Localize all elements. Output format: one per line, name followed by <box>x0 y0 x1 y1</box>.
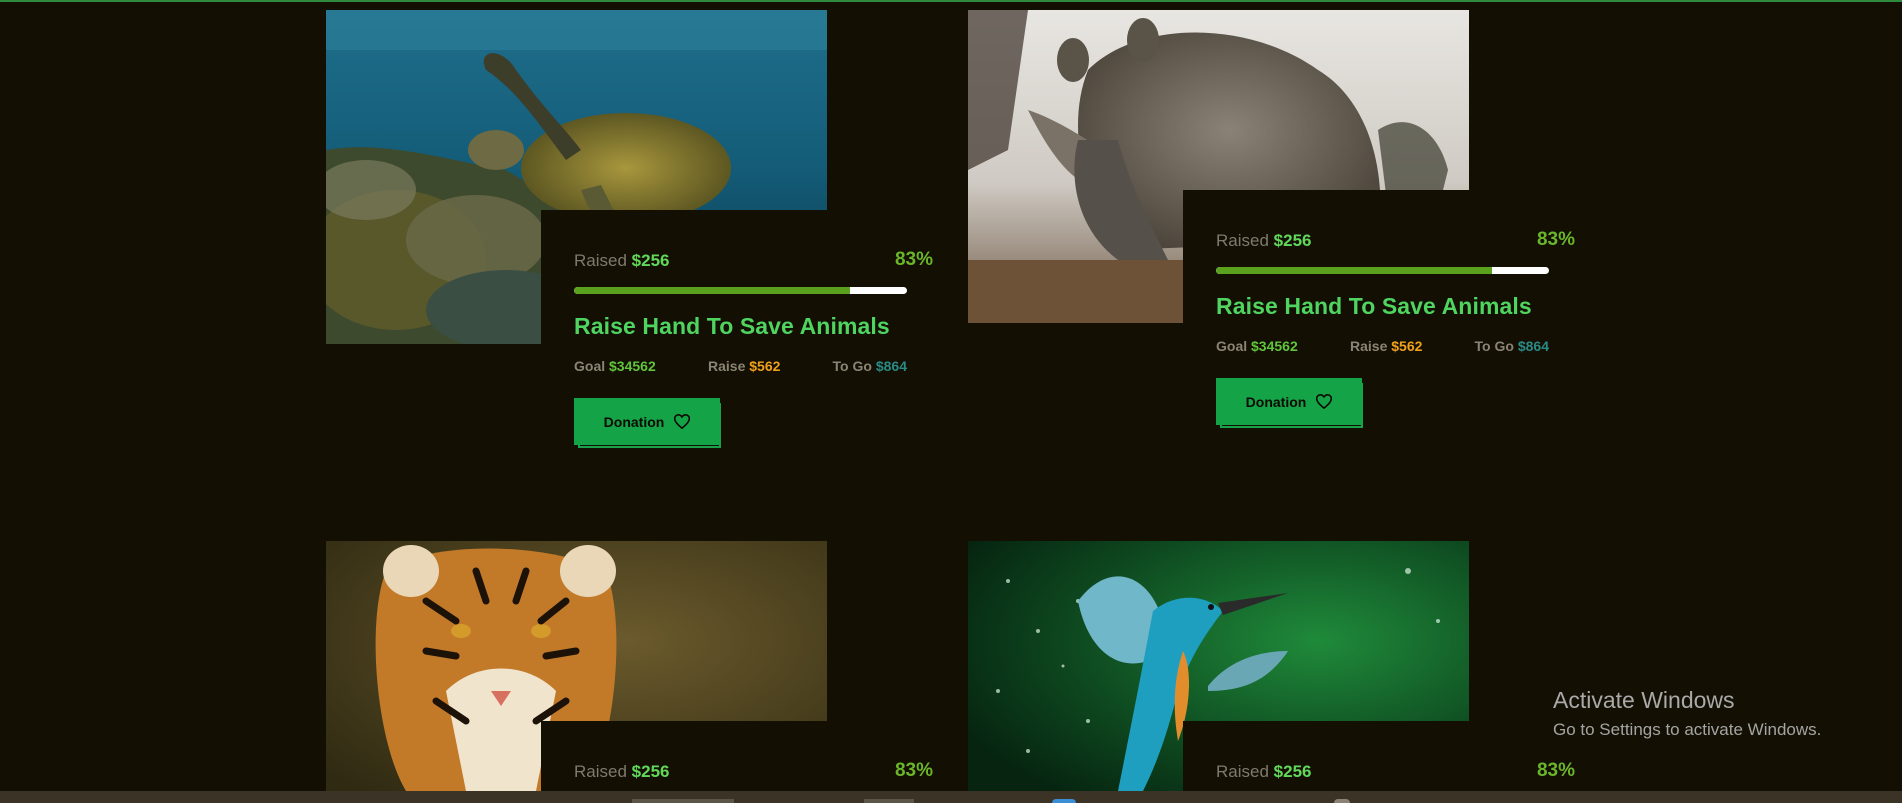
top-accent-line <box>0 0 1902 2</box>
progress-percent: 83% <box>894 760 933 781</box>
raised-amount: $256 <box>631 762 670 781</box>
donation-button[interactable]: Donation <box>1216 378 1362 425</box>
card-title[interactable]: Raise Hand To Save Animals <box>574 313 966 340</box>
donation-button-wrap: Donation <box>1216 378 1366 432</box>
raise-stat: Raise $562 <box>708 358 781 374</box>
stats-row: Goal $34562 Raise $562 To Go $864 <box>1216 338 1549 360</box>
raised-label: Raised $256 <box>1216 762 1312 781</box>
card-title[interactable]: Raise Hand To Save Animals <box>1216 293 1608 320</box>
card-info-turtle: Raised $256 83% Raise Hand To Save Anima… <box>541 210 966 480</box>
progress-percent: 83% <box>894 249 933 270</box>
progress-bar-fill <box>1216 267 1493 274</box>
raised-amount: $256 <box>1273 231 1312 250</box>
taskbar-item[interactable] <box>632 799 734 803</box>
heart-icon <box>674 414 691 429</box>
raised-row: Raised $256 83% <box>574 758 966 786</box>
taskbar-item[interactable] <box>864 799 914 803</box>
card-info-kingfisher: Raised $256 83% <box>1183 721 1608 791</box>
raise-stat: Raise $562 <box>1350 338 1423 354</box>
raised-label: Raised $256 <box>574 762 670 781</box>
raised-label: Raised $256 <box>574 251 670 270</box>
to-go-stat: To Go $864 <box>832 358 907 374</box>
watermark-subtitle: Go to Settings to activate Windows. <box>1553 720 1822 739</box>
progress-bar <box>574 287 907 294</box>
taskbar-app-icon[interactable] <box>1334 799 1350 803</box>
taskbar-app-icon[interactable] <box>1052 799 1076 803</box>
progress-percent: 83% <box>1536 760 1575 781</box>
donation-button-label: Donation <box>603 413 665 430</box>
goal-stat: Goal $34562 <box>574 358 656 374</box>
watermark-title: Activate Windows <box>1553 687 1735 713</box>
raised-row: Raised $256 83% <box>1216 227 1608 255</box>
donation-card-kingfisher: Raised $256 83% <box>968 541 1902 791</box>
goal-stat: Goal $34562 <box>1216 338 1298 354</box>
progress-bar-fill <box>574 287 851 294</box>
stats-row: Goal $34562 Raise $562 To Go $864 <box>574 358 907 380</box>
progress-percent: 83% <box>1536 229 1575 250</box>
raised-amount: $256 <box>1273 762 1312 781</box>
donation-button-label: Donation <box>1245 393 1307 410</box>
donation-button[interactable]: Donation <box>574 398 720 445</box>
donation-card-rhino: Raised $256 83% Raise Hand To Save Anima… <box>968 10 1902 610</box>
windows-activation-watermark: Activate Windows Go to Settings to activ… <box>1553 687 1821 740</box>
card-info-rhino: Raised $256 83% Raise Hand To Save Anima… <box>1183 190 1608 460</box>
donation-button-wrap: Donation <box>574 398 724 452</box>
progress-bar <box>1216 267 1549 274</box>
card-info-tiger: Raised $256 83% <box>541 721 966 791</box>
raised-label: Raised $256 <box>1216 231 1312 250</box>
heart-icon <box>1316 394 1333 409</box>
raised-row: Raised $256 83% <box>574 247 966 275</box>
raised-row: Raised $256 83% <box>1216 758 1608 786</box>
raised-amount: $256 <box>631 251 670 270</box>
bottom-taskbar-strip <box>0 791 1902 803</box>
to-go-stat: To Go $864 <box>1474 338 1549 354</box>
